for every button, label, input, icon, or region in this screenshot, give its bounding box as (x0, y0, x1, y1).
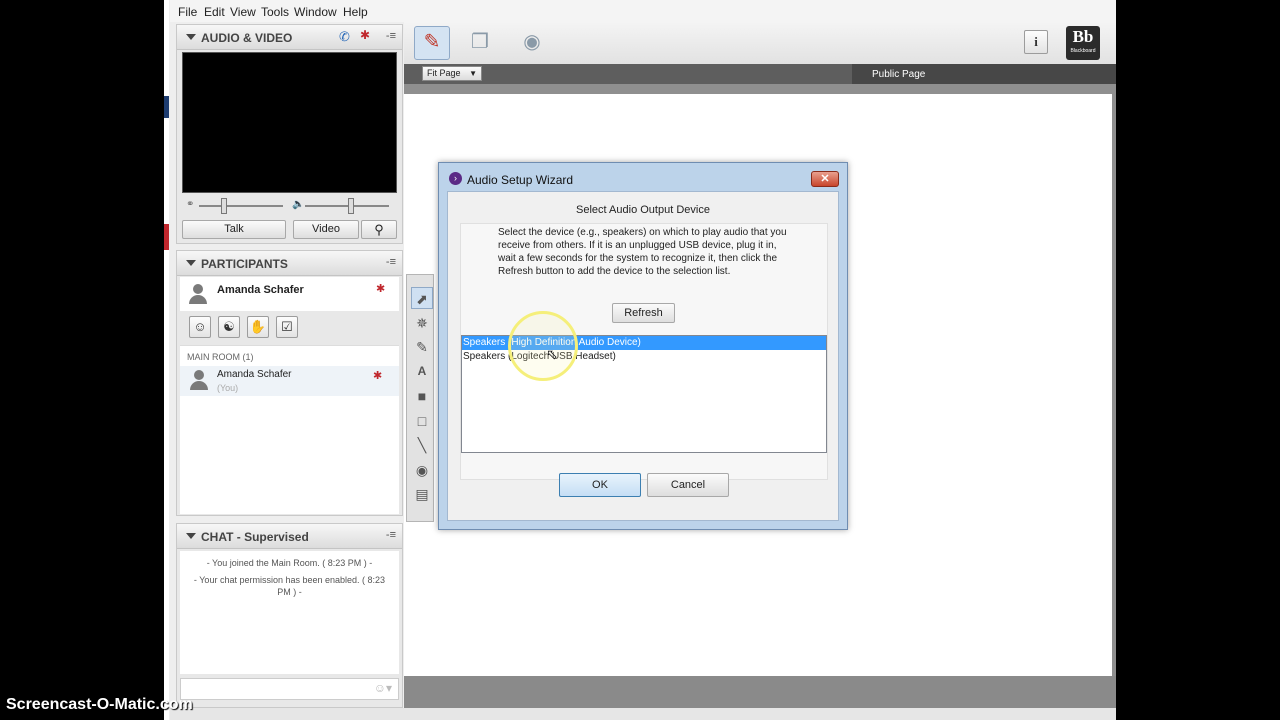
chat-panel: CHAT - Supervised -≡ - You joined the Ma… (176, 523, 403, 708)
mouse-cursor-icon: ⬁ (546, 346, 558, 362)
menu-file[interactable]: File (178, 5, 197, 19)
filled-shape-tool-icon[interactable]: ■ (411, 385, 433, 407)
participants-header: PARTICIPANTS -≡ (177, 251, 402, 276)
audio-video-panel: AUDIO & VIDEO ✆ ✱ -≡ ⚭ 🔈 Talk Video ⚲ (176, 24, 403, 244)
cancel-button[interactable]: Cancel (647, 473, 729, 497)
participants-title: PARTICIPANTS (201, 257, 288, 271)
audio-video-header: AUDIO & VIDEO ✆ ✱ -≡ (177, 25, 402, 50)
text-tool-icon[interactable]: A (411, 360, 433, 382)
chat-title: CHAT - Supervised (201, 530, 309, 544)
close-icon[interactable]: ✕ (811, 171, 839, 187)
dialog-heading: Select Audio Output Device (576, 204, 710, 216)
participant-row[interactable]: Amanda Schafer (You) ✱ (180, 366, 399, 396)
pen-tool-icon[interactable]: ✎ (411, 336, 433, 358)
panel-options-icon[interactable]: -≡ (386, 256, 396, 268)
audio-setup-wizard-dialog: › Audio Setup Wizard ✕ Select Audio Outp… (438, 162, 848, 530)
refresh-button[interactable]: Refresh (612, 303, 675, 323)
line-tool-icon[interactable]: ╲ (411, 434, 433, 456)
page-tab[interactable]: Public Page (852, 64, 1116, 84)
step-away-icon[interactable]: ☯ (218, 316, 240, 338)
whiteboard-mode-icon[interactable]: ✎ (414, 26, 450, 60)
microphone-icon: ⚭ (186, 199, 195, 210)
tools-palette: ⬈ ✵ ✎ A ■ □ ╲ ◉ ▤ (406, 274, 434, 522)
clip-art-tool-icon[interactable]: ▤ (411, 483, 433, 505)
speaker-icon: 🔈 (292, 199, 305, 210)
chat-message: - Your chat permission has been enabled.… (193, 575, 386, 597)
ok-button[interactable]: OK (559, 473, 641, 497)
participant-list: MAIN ROOM (1) Amanda Schafer (You) ✱ (180, 345, 399, 514)
poll-response-icon[interactable]: ☑ (276, 316, 298, 338)
menu-edit[interactable]: Edit (204, 5, 225, 19)
room-label: MAIN ROOM (1) (187, 352, 254, 362)
microphone-volume-handle[interactable] (221, 198, 227, 214)
audio-video-title: AUDIO & VIDEO (201, 31, 293, 45)
application-share-icon[interactable]: ❐ (462, 26, 498, 60)
collapse-arrow-icon[interactable] (186, 533, 196, 539)
video-display (182, 52, 397, 193)
rectangle-tool-icon[interactable]: □ (411, 410, 433, 432)
chat-input[interactable]: ☺▾ (180, 678, 399, 700)
chat-message: - You joined the Main Room. ( 8:23 PM ) … (206, 558, 373, 568)
menu-bar: File Edit View Tools Window Help (170, 0, 1116, 22)
dialog-instructions: Select the device (e.g., speakers) on wh… (498, 227, 787, 277)
speaker-volume-handle[interactable] (348, 198, 354, 214)
content-toolbar: ✎ ❐ ◉ i Bb Blackboard (404, 22, 1116, 65)
panel-options-icon[interactable]: -≡ (386, 529, 396, 541)
blackboard-logo: Bb Blackboard (1066, 26, 1100, 60)
collapse-arrow-icon[interactable] (186, 34, 196, 40)
app-icon: › (449, 172, 462, 185)
screen-capture-tool-icon[interactable]: ◉ (411, 459, 433, 481)
collapse-arrow-icon[interactable] (186, 260, 196, 266)
zoom-select-value: Fit Page (427, 68, 461, 78)
menu-help[interactable]: Help (343, 5, 368, 19)
dialog-title: Audio Setup Wizard (467, 173, 574, 187)
background-window-strip (164, 96, 169, 118)
current-user-row: Amanda Schafer ✱ (180, 277, 399, 311)
menu-window[interactable]: Window (294, 5, 337, 19)
emoticon-icon[interactable]: ☺ (189, 316, 211, 338)
chat-history: - You joined the Main Room. ( 8:23 PM ) … (180, 551, 399, 674)
participant-name: Amanda Schafer (217, 369, 292, 380)
participant-note: (You) (217, 383, 239, 393)
permissions-icon[interactable]: ✱ (373, 369, 382, 382)
web-tour-icon[interactable]: ◉ (514, 26, 550, 60)
selection-tool-icon[interactable]: ⬈ (411, 287, 433, 309)
emoticon-picker-icon[interactable]: ☺▾ (374, 681, 392, 695)
permissions-icon[interactable]: ✱ (376, 282, 385, 295)
menu-view[interactable]: View (230, 5, 256, 19)
video-button[interactable]: Video (293, 220, 359, 239)
talk-button[interactable]: Talk (182, 220, 286, 239)
background-window-strip (164, 224, 169, 250)
status-bar (170, 708, 1116, 720)
whiteboard-footer (404, 676, 1116, 708)
cursor-highlight (508, 311, 578, 381)
page-bar: Fit Page ▼ Public Page (404, 64, 1116, 84)
watermark: Screencast-O-Matic.com (6, 696, 193, 713)
page-tab-label: Public Page (872, 69, 926, 80)
microphone-volume-track[interactable] (199, 205, 283, 207)
permissions-icon[interactable]: ✱ (360, 28, 370, 42)
menu-tools[interactable]: Tools (261, 5, 289, 19)
user-avatar-icon (189, 284, 207, 304)
info-icon[interactable]: i (1024, 30, 1048, 54)
speaker-volume-track[interactable] (305, 205, 389, 207)
current-user-name: Amanda Schafer (217, 284, 304, 296)
chat-header: CHAT - Supervised -≡ (177, 524, 402, 549)
participants-panel: PARTICIPANTS -≡ Amanda Schafer ✱ ☺ ☯ ✋ ☑… (176, 250, 403, 516)
logo-text: Bb (1072, 27, 1094, 46)
audio-wizard-icon[interactable]: ✆ (339, 29, 350, 45)
chevron-down-icon: ▼ (469, 69, 477, 78)
zoom-select[interactable]: Fit Page ▼ (422, 66, 482, 81)
logo-subtext: Blackboard (1070, 48, 1096, 54)
pointer-tool-icon[interactable]: ✵ (411, 312, 433, 334)
panel-options-icon[interactable]: -≡ (386, 30, 396, 42)
participant-avatar-icon (190, 370, 208, 390)
raise-hand-icon[interactable]: ✋ (247, 316, 269, 338)
video-preview-icon[interactable]: ⚲ (361, 220, 397, 239)
